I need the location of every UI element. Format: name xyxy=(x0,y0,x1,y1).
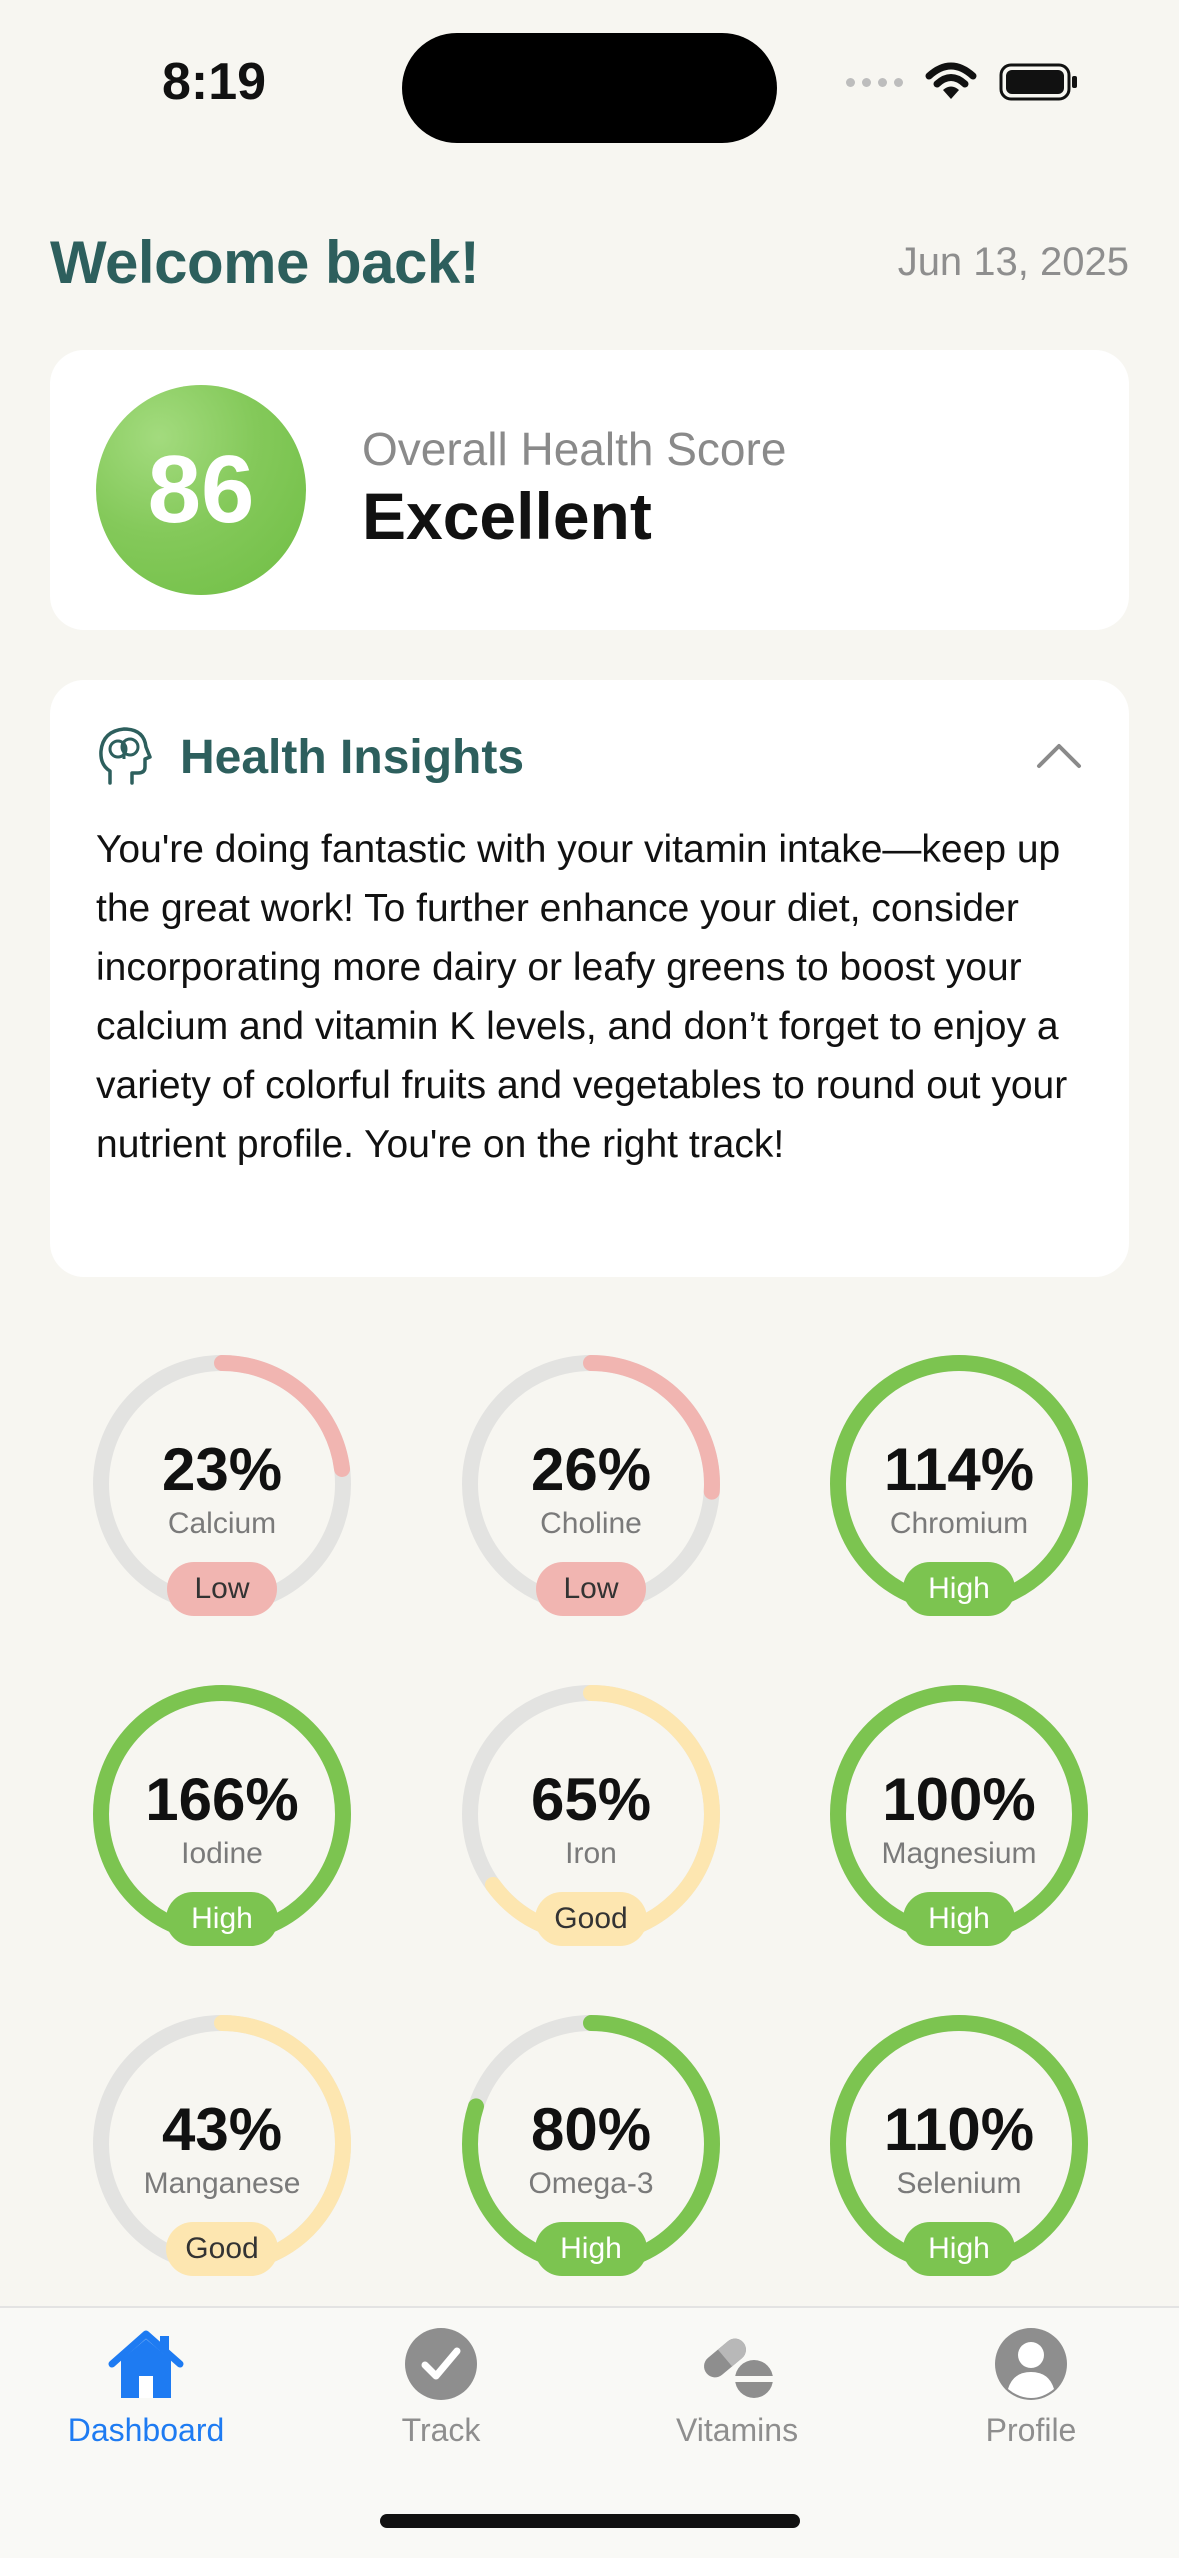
nutrient-ring[interactable]: 80% Omega-3 High xyxy=(457,2010,725,2300)
nutrient-percent: 26% xyxy=(530,1436,652,1503)
nutrient-ring[interactable]: 100% Magnesium High xyxy=(825,1680,1093,1970)
status-badge: Low xyxy=(536,1562,646,1616)
battery-icon xyxy=(999,63,1077,101)
nutrient-ring[interactable]: 23% Calcium Low xyxy=(88,1350,356,1640)
nutrient-name: Calcium xyxy=(167,1507,277,1540)
nutrient-name: Omega-3 xyxy=(528,2167,654,2200)
status-badge: High xyxy=(903,2222,1015,2276)
nutrient-name: Manganese xyxy=(143,2167,301,2200)
tab-label: Track xyxy=(401,2412,481,2448)
status-badge: High xyxy=(903,1892,1015,1946)
checkmark-circle-icon xyxy=(405,2328,477,2400)
score-label: Overall Health Score xyxy=(362,423,787,475)
nutrient-percent: 43% xyxy=(161,2096,283,2163)
person-circle-icon xyxy=(995,2328,1067,2400)
score-rating: Excellent xyxy=(362,479,652,553)
nutrient-percent: 114% xyxy=(883,1436,1035,1503)
nutrient-ring[interactable]: 43% Manganese Good xyxy=(88,2010,356,2300)
cellular-signal-icon xyxy=(846,77,903,87)
nutrient-ring[interactable]: 26% Choline Low xyxy=(457,1350,725,1640)
status-icons xyxy=(846,62,1079,102)
wifi-icon xyxy=(925,62,977,99)
tab-dashboard[interactable]: Dashboard xyxy=(46,2324,246,2449)
nutrient-ring[interactable]: 110% Selenium High xyxy=(825,2010,1093,2300)
tab-label: Profile xyxy=(985,2412,1077,2448)
health-insights-card: Health Insights You're doing fantastic w… xyxy=(50,680,1129,1277)
nutrient-name: Magnesium xyxy=(881,1837,1037,1870)
nutrient-name: Choline xyxy=(540,1507,642,1540)
nutrient-percent: 23% xyxy=(161,1436,283,1503)
house-icon xyxy=(108,2330,184,2398)
nutrient-name: Iodine xyxy=(181,1837,263,1870)
chevron-up-icon[interactable] xyxy=(1035,732,1083,780)
status-badge: High xyxy=(903,1562,1015,1616)
nutrient-percent: 166% xyxy=(145,1766,299,1833)
pills-icon xyxy=(704,2338,773,2398)
welcome-title: Welcome back! xyxy=(50,229,480,296)
status-badge: Good xyxy=(535,1892,647,1946)
insights-text: You're doing fantastic with your vitamin… xyxy=(96,828,1068,1166)
tab-vitamins[interactable]: Vitamins xyxy=(637,2324,837,2449)
nutrient-ring[interactable]: 166% Iodine High xyxy=(88,1680,356,1970)
tab-track[interactable]: Track xyxy=(341,2324,541,2449)
nutrient-ring[interactable]: 114% Chromium High xyxy=(825,1350,1093,1640)
nutrient-percent: 80% xyxy=(530,2096,652,2163)
status-badge: High xyxy=(535,2222,647,2276)
tab-profile[interactable]: Profile xyxy=(931,2324,1131,2449)
dynamic-island xyxy=(402,33,777,143)
nutrient-percent: 65% xyxy=(530,1766,652,1833)
nutrient-percent: 100% xyxy=(882,1766,1036,1833)
score-circle: 86 xyxy=(96,385,306,595)
tab-label: Dashboard xyxy=(67,2412,225,2448)
status-time: 8:19 xyxy=(162,53,267,111)
nutrient-ring[interactable]: 65% Iron Good xyxy=(457,1680,725,1970)
status-badge: High xyxy=(166,1892,278,1946)
nutrient-name: Selenium xyxy=(896,2167,1022,2200)
tab-label: Vitamins xyxy=(675,2412,799,2448)
nutrient-percent: 110% xyxy=(883,2096,1035,2163)
current-date: Jun 13, 2025 xyxy=(897,240,1129,284)
nutrient-name: Iron xyxy=(565,1837,617,1870)
brain-head-icon xyxy=(99,727,152,785)
status-badge: Low xyxy=(167,1562,277,1616)
nutrient-name: Chromium xyxy=(889,1507,1029,1540)
insights-title: Health Insights xyxy=(180,731,525,784)
status-badge: Good xyxy=(166,2222,278,2276)
home-indicator xyxy=(380,2514,800,2528)
health-score-card[interactable]: 86 Overall Health Score Excellent xyxy=(50,350,1129,630)
